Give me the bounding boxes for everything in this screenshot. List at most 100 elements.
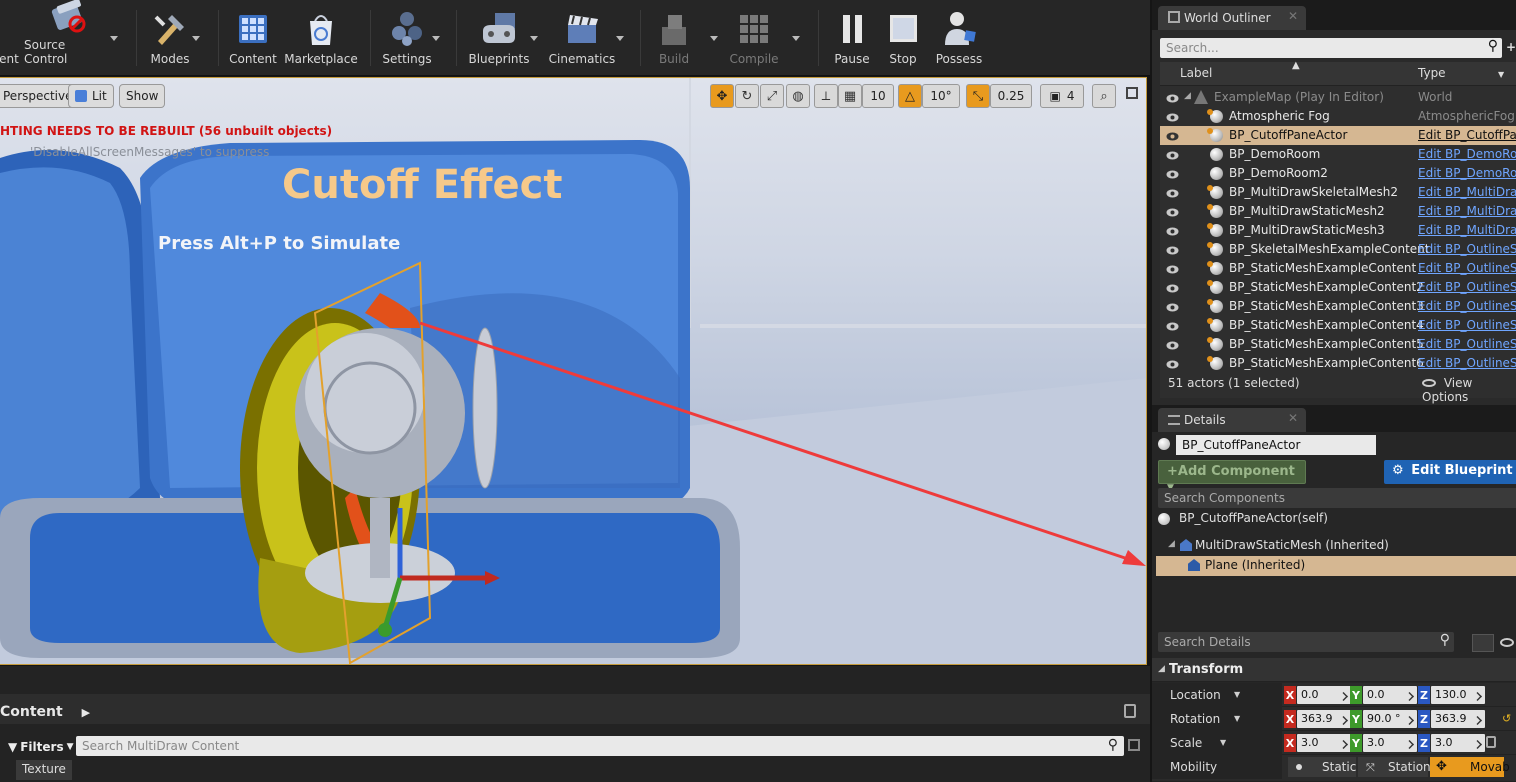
outliner-search-input[interactable]: Search... ⚲ <box>1160 38 1502 58</box>
visibility-eye-icon[interactable] <box>1166 225 1179 236</box>
tab-details[interactable]: Details ✕ <box>1158 408 1306 432</box>
rotation-snap-icon[interactable]: △ <box>898 84 922 108</box>
grid-snap-value[interactable]: 10 <box>862 84 894 108</box>
visibility-eye-icon[interactable] <box>1166 206 1179 217</box>
component-row-multidrawstaticmesh[interactable]: ◢ MultiDrawStaticMesh (Inherited) <box>1152 535 1516 557</box>
outliner-row[interactable]: BP_StaticMeshExampleContent4 Edit BP_Outl… <box>1160 316 1516 335</box>
level-viewport[interactable]: Cutoff Effect Press Alt+P to Simulate Pe… <box>0 77 1147 665</box>
actor-type[interactable]: Edit BP_OutlineS <box>1418 356 1516 370</box>
blueprints-button[interactable]: Blueprints <box>468 0 530 72</box>
visibility-eye-icon[interactable] <box>1166 282 1179 293</box>
outliner-row[interactable]: BP_CutoffPaneActor Edit BP_CutoffPa <box>1160 126 1516 145</box>
scale-z-field[interactable]: 3.0 <box>1431 734 1485 752</box>
actor-type[interactable]: Edit BP_CutoffPa <box>1418 128 1516 142</box>
reset-to-default-icon[interactable]: ↺ <box>1502 712 1511 725</box>
location-x-field[interactable]: 0.0 <box>1297 686 1351 704</box>
actor-type[interactable]: Edit BP_OutlineS <box>1418 280 1516 294</box>
world-space-icon[interactable]: ◍ <box>786 84 810 108</box>
content-path-root[interactable]: Content ▶ <box>0 704 90 720</box>
column-label[interactable]: Label <box>1180 66 1212 80</box>
build-dropdown-icon[interactable] <box>710 36 718 41</box>
location-y-field[interactable]: 0.0 <box>1363 686 1417 704</box>
scale-mode-icon[interactable]: ⤢ <box>760 84 784 108</box>
outliner-row[interactable]: BP_MultiDrawStaticMesh3 Edit BP_MultiDra <box>1160 221 1516 240</box>
content-button[interactable]: Content <box>228 0 278 72</box>
close-outliner-icon[interactable]: ✕ <box>1288 9 1298 23</box>
actor-type[interactable]: Edit BP_MultiDra <box>1418 223 1516 237</box>
lit-button[interactable]: Lit <box>68 84 114 108</box>
build-button[interactable]: Build <box>650 0 698 72</box>
mobility-static-option[interactable]: Static <box>1288 757 1356 777</box>
outliner-row[interactable]: BP_DemoRoom Edit BP_DemoRo <box>1160 145 1516 164</box>
visibility-eye-icon[interactable] <box>1166 244 1179 255</box>
settings-button[interactable]: Settings <box>380 0 434 72</box>
actor-type[interactable]: Edit BP_MultiDra <box>1418 185 1516 199</box>
source-control-dropdown-icon[interactable] <box>110 36 118 41</box>
property-matrix-icon[interactable] <box>1472 634 1494 652</box>
compile-dropdown-icon[interactable] <box>792 36 800 41</box>
pause-button[interactable]: Pause <box>830 0 874 72</box>
save-search-icon[interactable] <box>1128 739 1140 751</box>
visibility-eye-icon[interactable] <box>1166 187 1179 198</box>
scale-snap-value[interactable]: 0.25 <box>990 84 1032 108</box>
column-type[interactable]: Type <box>1418 66 1446 80</box>
save-button[interactable]: ent <box>0 0 19 72</box>
location-z-field[interactable]: 130.0 <box>1431 686 1485 704</box>
outliner-row[interactable]: BP_StaticMeshExampleContent2 Edit BP_Outl… <box>1160 278 1516 297</box>
visibility-eye-icon[interactable] <box>1500 638 1514 647</box>
visibility-eye-icon[interactable] <box>1166 130 1179 141</box>
visibility-eye-icon[interactable] <box>1166 358 1179 369</box>
translate-mode-icon[interactable]: ✥ <box>710 84 734 108</box>
blueprints-dropdown-icon[interactable] <box>530 36 538 41</box>
component-row-self[interactable]: BP_CutoffPaneActor(self) <box>1152 508 1516 530</box>
lock-icon[interactable] <box>1124 704 1136 718</box>
modes-button[interactable]: Modes <box>144 0 196 72</box>
source-control-button[interactable]: Source Control <box>24 0 112 72</box>
scale-label-cell[interactable]: Scale ▼ <box>1152 731 1282 755</box>
outliner-row[interactable]: ◢ ExampleMap (Play In Editor) World <box>1160 88 1516 107</box>
surface-snap-icon[interactable]: ⟂ <box>814 84 838 108</box>
edit-blueprint-button[interactable]: ⚙ Edit Blueprint <box>1384 460 1516 484</box>
cinematics-dropdown-icon[interactable] <box>616 36 624 41</box>
rotate-mode-icon[interactable]: ↻ <box>735 84 759 108</box>
actor-name-field[interactable]: BP_CutoffPaneActor <box>1176 435 1376 455</box>
marketplace-button[interactable]: Marketplace <box>284 0 358 72</box>
mobility-stationary-option[interactable]: ⤧ Station <box>1358 757 1431 777</box>
restore-viewport-icon[interactable] <box>1126 87 1138 99</box>
actor-type[interactable]: Edit BP_OutlineS <box>1418 242 1516 256</box>
modes-dropdown-icon[interactable] <box>192 36 200 41</box>
rotation-snap-value[interactable]: 10° <box>922 84 960 108</box>
rotation-label-cell[interactable]: Rotation ▼ <box>1152 707 1282 731</box>
scale-y-field[interactable]: 3.0 <box>1363 734 1417 752</box>
location-label-cell[interactable]: Location ▼ <box>1152 683 1282 707</box>
actor-type[interactable]: Edit BP_OutlineS <box>1418 318 1516 332</box>
possess-button[interactable]: Possess <box>932 0 986 72</box>
maximize-viewport-icon[interactable]: ⌕ <box>1092 84 1116 108</box>
actor-type[interactable]: Edit BP_DemoRo <box>1418 147 1516 161</box>
component-row-plane[interactable]: Plane (Inherited) <box>1156 556 1516 576</box>
view-options-button[interactable]: View Options <box>1422 376 1516 404</box>
visibility-eye-icon[interactable] <box>1166 168 1179 179</box>
outliner-row[interactable]: BP_StaticMeshExampleContent Edit BP_Outli… <box>1160 259 1516 278</box>
outliner-row[interactable]: BP_MultiDrawStaticMesh2 Edit BP_MultiDra <box>1160 202 1516 221</box>
outliner-row[interactable]: BP_SkeletalMeshExampleContent Edit BP_Out… <box>1160 240 1516 259</box>
texture-filter-tag[interactable]: Texture <box>16 760 72 780</box>
outliner-row[interactable]: Atmospheric Fog AtmosphericFog <box>1160 107 1516 126</box>
collapse-arrow-icon[interactable]: ◢ <box>1184 91 1191 101</box>
visibility-eye-icon[interactable] <box>1166 320 1179 331</box>
visibility-eye-icon[interactable] <box>1166 301 1179 312</box>
outliner-row[interactable]: BP_StaticMeshExampleContent3 Edit BP_Outl… <box>1160 297 1516 316</box>
search-details-input[interactable]: Search Details ⚲ <box>1158 632 1454 652</box>
actor-type[interactable]: Edit BP_DemoRo <box>1418 166 1516 180</box>
outliner-row[interactable]: BP_DemoRoom2 Edit BP_DemoRo <box>1160 164 1516 183</box>
compile-button[interactable]: Compile <box>726 0 782 72</box>
actor-type[interactable]: Edit BP_OutlineS <box>1418 261 1516 275</box>
cinematics-button[interactable]: Cinematics <box>548 0 616 72</box>
path-arrow-icon[interactable]: ▶ <box>82 706 90 719</box>
column-type-dropdown-icon[interactable]: ▼ <box>1498 70 1504 79</box>
search-components-input[interactable]: Search Components <box>1158 488 1516 508</box>
visibility-eye-icon[interactable] <box>1166 339 1179 350</box>
settings-dropdown-icon[interactable] <box>432 36 440 41</box>
camera-speed-button[interactable]: ▣ 4 <box>1040 84 1084 108</box>
mobility-movable-option[interactable]: ✥ Movab <box>1430 757 1510 777</box>
